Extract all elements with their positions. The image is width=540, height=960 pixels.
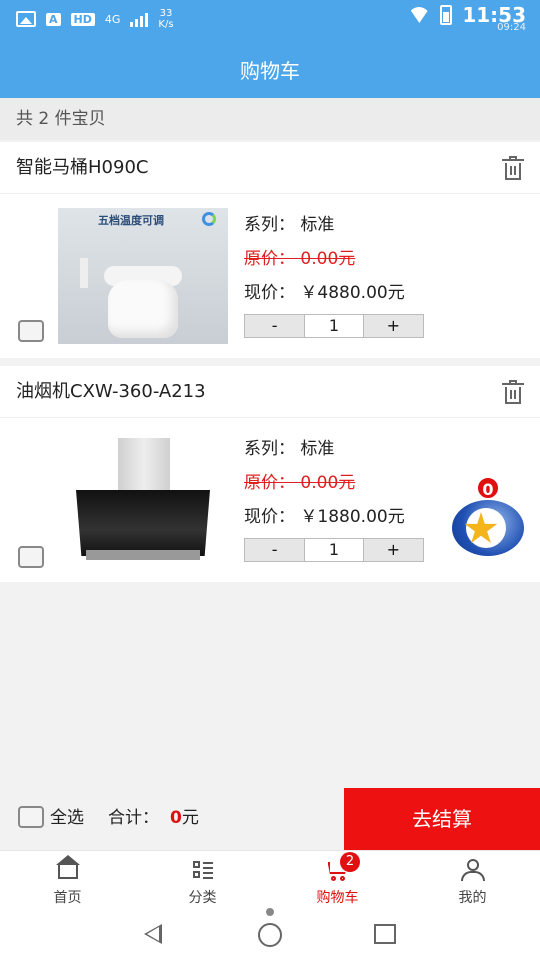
current-price-row: 现价： ￥1880.00元: [244, 500, 424, 534]
total-unit: 元: [181, 808, 199, 828]
current-price-label: 现价：: [244, 283, 295, 303]
signal-icon: [130, 11, 149, 27]
hd-badge: HD: [70, 12, 95, 26]
image-banner: 五档温度可调: [98, 214, 164, 227]
network-type: 4G: [104, 12, 121, 26]
select-all-checkbox[interactable]: [18, 806, 44, 828]
select-all-label[interactable]: 全选: [50, 788, 84, 848]
status-left: A HD 4G 33 K/s: [16, 8, 174, 30]
floating-badge[interactable]: 0: [450, 476, 526, 560]
brand-logo-icon: [202, 212, 216, 226]
increase-button[interactable]: +: [364, 539, 423, 561]
tab-home[interactable]: 首页: [0, 851, 135, 908]
status-bar: A HD 4G 33 K/s 11:53 09:24: [0, 0, 540, 44]
tab-label: 首页: [53, 890, 82, 906]
checkout-bar: 全选 合计： 0元 去结算: [0, 788, 540, 850]
product-image[interactable]: [58, 438, 228, 574]
total-amount: 0: [170, 808, 182, 828]
series-value: 标准: [300, 215, 335, 235]
indicator-dot: [266, 908, 274, 916]
current-price-label: 现价：: [244, 507, 295, 527]
home-circle-icon[interactable]: [258, 923, 282, 947]
bottom-tab-bar: 首页 分类 购物车 我的: [0, 850, 540, 908]
current-price-row: 现价： ￥4880.00元: [244, 276, 424, 310]
tab-label: 分类: [188, 890, 217, 906]
user-icon: [460, 859, 486, 881]
app-badge: A: [46, 12, 61, 26]
net-speed-value: 33: [159, 8, 173, 19]
item-checkbox[interactable]: [18, 320, 44, 342]
cart-tab-badge: 2: [340, 852, 360, 872]
back-icon[interactable]: [144, 924, 162, 944]
checkout-button[interactable]: 去结算: [344, 788, 540, 850]
quantity-field[interactable]: 1: [304, 539, 364, 561]
wifi-icon: [408, 7, 431, 23]
cart-item: 智能马桶H090C 五档温度可调 系列： 标准 原价： 0.00元 现价： ￥4…: [0, 142, 540, 358]
item-title: 智能马桶H090C: [16, 157, 149, 178]
tab-me[interactable]: 我的: [405, 851, 540, 908]
cart-item-header: 智能马桶H090C: [0, 142, 540, 194]
net-speed-unit: K/s: [158, 19, 174, 30]
floating-badge-count: 0: [476, 476, 500, 500]
product-image[interactable]: 五档温度可调: [58, 208, 228, 344]
decrease-button[interactable]: -: [245, 315, 304, 337]
quantity-stepper: - 1 +: [244, 538, 424, 562]
series-row: 系列： 标准: [244, 432, 424, 466]
original-price: 原价： 0.00元: [244, 473, 356, 493]
item-info: 系列： 标准 原价： 0.00元 现价： ￥1880.00元 - 1 +: [244, 432, 424, 562]
current-price-value: ￥1880.00元: [300, 507, 405, 527]
tab-cart[interactable]: 购物车: [270, 851, 405, 908]
increase-button[interactable]: +: [364, 315, 423, 337]
battery-icon: [440, 5, 453, 25]
series-label: 系列：: [244, 215, 295, 235]
cart-count: 共 2 件宝贝: [0, 98, 540, 140]
total-label: 合计：: [108, 808, 159, 828]
current-price-value: ￥4880.00元: [300, 283, 405, 303]
trash-icon[interactable]: [502, 156, 524, 180]
quantity-stepper: - 1 +: [244, 314, 424, 338]
series-value: 标准: [300, 439, 335, 459]
category-icon: [190, 859, 216, 881]
cart-item-body: 五档温度可调 系列： 标准 原价： 0.00元 现价： ￥4880.00元 - …: [0, 194, 540, 358]
clock-sub: 09:24: [497, 22, 526, 33]
total-value: 0元: [170, 788, 199, 848]
item-info: 系列： 标准 原价： 0.00元 现价： ￥4880.00元 - 1 +: [244, 208, 424, 338]
net-speed: 33 K/s: [158, 8, 173, 30]
decrease-button[interactable]: -: [245, 539, 304, 561]
item-title: 油烟机CXW-360-A213: [16, 381, 206, 402]
item-checkbox[interactable]: [18, 546, 44, 568]
gallery-icon: [16, 11, 36, 27]
tab-label: 我的: [458, 890, 487, 906]
original-price: 原价： 0.00元: [244, 249, 356, 269]
tab-label: 购物车: [316, 890, 359, 906]
system-nav-bar: [0, 908, 540, 960]
cart-item-header: 油烟机CXW-360-A213: [0, 366, 540, 418]
series-label: 系列：: [244, 439, 295, 459]
tab-category[interactable]: 分类: [135, 851, 270, 908]
home-icon: [55, 855, 80, 879]
series-row: 系列： 标准: [244, 208, 424, 242]
recent-apps-icon[interactable]: [374, 924, 396, 944]
page-title: 购物车: [0, 44, 540, 98]
trash-icon[interactable]: [502, 380, 524, 404]
quantity-field[interactable]: 1: [304, 315, 364, 337]
